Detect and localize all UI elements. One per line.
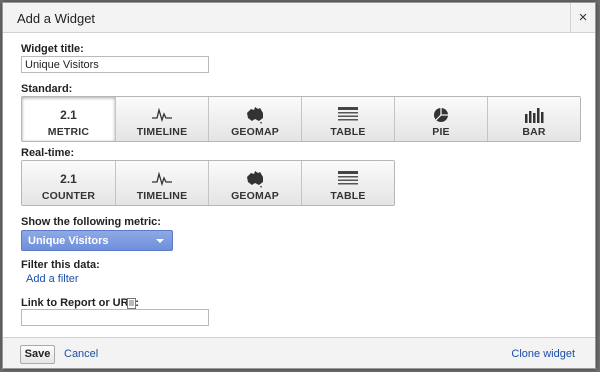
standard-geomap-button[interactable]: GEOMAP xyxy=(208,97,301,141)
clone-widget-link[interactable]: Clone widget xyxy=(511,348,575,360)
table-icon xyxy=(338,169,358,189)
link-url-input[interactable] xyxy=(21,309,209,326)
dialog-titlebar: Add a Widget × xyxy=(3,3,595,33)
realtime-label: Real-time: xyxy=(21,147,75,159)
button-label: METRIC xyxy=(47,126,90,138)
chevron-down-icon xyxy=(156,239,164,243)
cancel-link[interactable]: Cancel xyxy=(64,348,98,360)
pie-icon xyxy=(433,105,449,125)
realtime-table-button[interactable]: TABLE xyxy=(301,161,394,205)
button-label: BAR xyxy=(522,126,546,138)
standard-bar-button[interactable]: BAR xyxy=(487,97,580,141)
realtime-geomap-button[interactable]: GEOMAP xyxy=(208,161,301,205)
standard-timeline-button[interactable]: TIMELINE xyxy=(115,97,208,141)
button-label: COUNTER xyxy=(41,190,96,202)
realtime-widget-types: 2.1 COUNTER TIMELINE GEOMAP TABLE xyxy=(21,160,395,206)
add-filter-link[interactable]: Add a filter xyxy=(26,273,79,285)
geomap-icon xyxy=(245,169,265,189)
button-label: GEOMAP xyxy=(231,126,279,138)
counter-icon: 2.1 xyxy=(60,172,77,186)
widget-title-input[interactable] xyxy=(21,56,209,73)
widget-title-label: Widget title: xyxy=(21,43,84,55)
button-label: GEOMAP xyxy=(231,190,279,202)
realtime-timeline-button[interactable]: TIMELINE xyxy=(115,161,208,205)
add-widget-dialog: Add a Widget × Widget title: Standard: 2… xyxy=(2,2,596,369)
button-label: TIMELINE xyxy=(136,190,188,202)
button-label: TABLE xyxy=(330,190,366,202)
metric-dropdown[interactable]: Unique Visitors xyxy=(21,230,173,251)
button-label: TABLE xyxy=(330,126,366,138)
realtime-counter-button[interactable]: 2.1 COUNTER xyxy=(22,161,115,205)
timeline-icon xyxy=(151,169,173,189)
timeline-icon xyxy=(151,105,173,125)
metric-icon: 2.1 xyxy=(60,108,77,122)
metric-dropdown-value: Unique Visitors xyxy=(28,235,109,247)
save-button[interactable]: Save xyxy=(20,345,55,364)
standard-metric-button[interactable]: 2.1 METRIC xyxy=(22,97,115,141)
metric-label: Show the following metric: xyxy=(21,216,161,228)
table-icon xyxy=(338,105,358,125)
button-label: PIE xyxy=(432,126,450,138)
standard-table-button[interactable]: TABLE xyxy=(301,97,394,141)
geomap-icon xyxy=(245,105,265,125)
bar-icon xyxy=(524,105,544,125)
standard-label: Standard: xyxy=(21,83,73,95)
standard-widget-types: 2.1 METRIC TIMELINE GEOMAP TABLE PIE BAR xyxy=(21,96,581,142)
button-label: TIMELINE xyxy=(136,126,188,138)
filter-label: Filter this data: xyxy=(21,259,100,271)
close-icon[interactable]: × xyxy=(570,3,595,33)
standard-pie-button[interactable]: PIE xyxy=(394,97,487,141)
link-label: Link to Report or URL: xyxy=(21,297,139,309)
dialog-title: Add a Widget xyxy=(17,11,96,26)
dialog-footer: Save Cancel Clone widget xyxy=(3,337,595,368)
